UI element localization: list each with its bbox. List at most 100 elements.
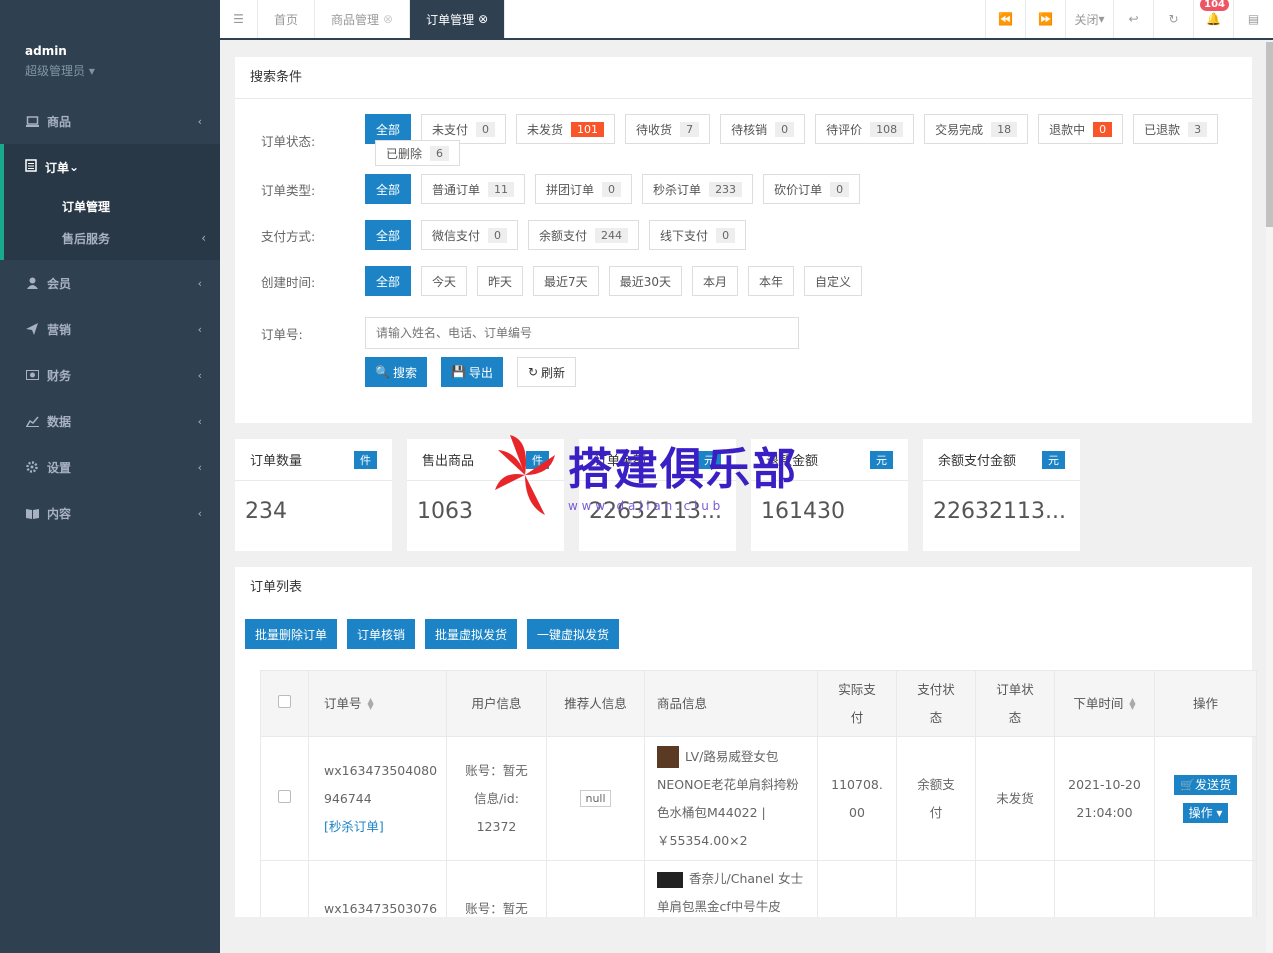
pay-option[interactable]: 全部 — [365, 220, 412, 250]
header-order-time[interactable]: 下单时间 ▲ ▼ — [1054, 670, 1155, 737]
scrollbar-thumb[interactable] — [1266, 42, 1273, 227]
product-thumbnail — [657, 746, 679, 768]
time-filter-row: 创建时间: 全部 今天 昨天 最近7天 最近30天 本月 本年 自定义 — [261, 266, 872, 296]
nav-goods[interactable]: 商品 ‹ — [0, 98, 220, 144]
bulk-action-button[interactable]: 批量删除订单 — [245, 619, 338, 649]
filter-label: 全部 — [376, 122, 401, 137]
chevron-down-icon: ⌄ — [69, 160, 80, 174]
list-icon: ▤ — [1247, 12, 1260, 26]
money-icon — [25, 368, 39, 382]
status-option[interactable]: 待评价 108 — [815, 114, 915, 144]
count-badge: 244 — [595, 227, 629, 243]
filter-label: 已退款 — [1144, 122, 1181, 137]
status-option[interactable]: 待收货 7 — [625, 114, 711, 144]
time-option[interactable]: 全部 — [365, 266, 412, 296]
filter-label: 待收货 — [636, 122, 673, 137]
type-option[interactable]: 砍价订单 0 — [763, 174, 861, 204]
close-icon[interactable]: ⊗ — [383, 12, 393, 26]
nav-after-sale[interactable]: 售后服务 ‹ — [4, 222, 220, 254]
stat-value: 234 — [245, 499, 287, 524]
user-role-dropdown[interactable]: 超级管理员 ▾ — [25, 62, 220, 79]
header-order-no[interactable]: 订单号 ▲ ▼ — [308, 670, 447, 737]
type-option[interactable]: 拼团订单 0 — [535, 174, 633, 204]
refresh-button[interactable]: ↻ 刷新 — [516, 357, 577, 387]
select-all-checkbox[interactable] — [278, 694, 291, 708]
filter-label: 微信支付 — [432, 228, 481, 243]
notification-button[interactable]: 🔔 104 — [1193, 0, 1233, 38]
product-thumbnail — [657, 871, 683, 888]
nav-marketing[interactable]: 营销 ‹ — [0, 306, 220, 352]
count-badge: 233 — [709, 181, 743, 197]
header-user: 用户信息 — [446, 670, 547, 737]
type-option[interactable]: 普通订单 11 — [421, 174, 526, 204]
time-option[interactable]: 本月 — [691, 266, 738, 296]
bulk-action-button[interactable]: 订单核销 — [347, 619, 416, 649]
count-badge: 11 — [488, 181, 515, 197]
count-badge: 3 — [1188, 121, 1208, 137]
search-actions: 🔍 搜索 💾 导出 ↻ 刷新 — [365, 357, 577, 387]
type-option[interactable]: 全部 — [365, 174, 412, 204]
time-option[interactable]: 最近7天 — [533, 266, 599, 296]
bulk-action-button[interactable]: 批量虚拟发货 — [425, 619, 518, 649]
status-option[interactable]: 退款中 0 — [1038, 114, 1124, 144]
order-search-input[interactable] — [365, 317, 799, 349]
bulk-action-button[interactable]: 一键虚拟发货 — [527, 619, 620, 649]
reply-icon: ↩ — [1128, 12, 1139, 26]
nav-settings[interactable]: 设置 ‹ — [0, 444, 220, 490]
nav-order-manage[interactable]: 订单管理 — [4, 190, 220, 222]
search-button[interactable]: 🔍 搜索 — [365, 357, 427, 387]
order-no-label: 订单号: — [261, 326, 303, 342]
status-label: 订单状态: — [261, 133, 316, 149]
time-option[interactable]: 最近30天 — [608, 266, 682, 296]
nav-order[interactable]: 订单 ⌄ 订单管理 售后服务 ‹ — [0, 144, 220, 260]
nav-finance[interactable]: 财务 ‹ — [0, 352, 220, 398]
nav-member[interactable]: 会员 ‹ — [0, 260, 220, 306]
row-select-cell — [260, 736, 309, 861]
filter-label: 全部 — [376, 228, 401, 243]
time-option[interactable]: 本年 — [747, 266, 794, 296]
order-type-tag[interactable]: [秒杀订单] — [324, 813, 446, 841]
scroll-right-button[interactable]: ⏩ — [1025, 0, 1065, 38]
nav-data[interactable]: 数据 ‹ — [0, 398, 220, 444]
settings-button[interactable]: ▤ — [1233, 0, 1273, 38]
table-row: wx163473504080 946744 [秒杀订单] 账号：暂无 信息/id: 12… — [260, 736, 1257, 861]
pay-option[interactable]: 微信支付 0 — [421, 220, 519, 250]
header-goods: 商品信息 — [644, 670, 818, 737]
tab-order[interactable]: 订单管理 ⊗ — [410, 0, 506, 38]
tab-goods[interactable]: 商品管理 ⊗ — [315, 0, 411, 38]
pay-option[interactable]: 线下支付 0 — [649, 220, 747, 250]
type-option[interactable]: 秒杀订单 233 — [642, 174, 754, 204]
bell-icon: 🔔 — [1206, 12, 1221, 26]
refresh-button[interactable]: ↻ — [1153, 0, 1193, 38]
stat-card: 余额支付金额元 22632113... — [923, 439, 1080, 551]
gear-icon — [25, 460, 39, 474]
close-dropdown[interactable]: 关闭 ▾ — [1065, 0, 1113, 38]
operate-dropdown[interactable]: 操作 ▾ — [1182, 802, 1229, 823]
menu-toggle-button[interactable]: ☰ — [220, 0, 258, 38]
status-option[interactable]: 待核销 0 — [720, 114, 806, 144]
back-button[interactable]: ↩ — [1113, 0, 1153, 38]
nav-content[interactable]: 内容 ‹ — [0, 490, 220, 536]
export-button[interactable]: 💾 导出 — [440, 357, 503, 387]
scroll-left-button[interactable]: ⏪ — [985, 0, 1025, 38]
row-checkbox[interactable] — [278, 789, 291, 803]
close-icon[interactable]: ⊗ — [478, 12, 488, 26]
status-option[interactable]: 未发货 101 — [516, 114, 616, 144]
time-option[interactable]: 自定义 — [804, 266, 863, 296]
status-option[interactable]: 已删除 6 — [375, 140, 461, 166]
time-option[interactable]: 今天 — [421, 266, 468, 296]
chevron-left-icon: ‹ — [197, 414, 202, 428]
time-option[interactable]: 昨天 — [477, 266, 524, 296]
save-icon: 💾 — [450, 365, 466, 379]
status-option[interactable]: 交易完成 18 — [924, 114, 1029, 144]
referrer-cell — [546, 860, 645, 917]
scrollbar-track[interactable] — [1266, 42, 1273, 953]
filter-label: 本年 — [758, 274, 783, 289]
username: admin — [25, 44, 67, 58]
stat-unit-badge: 件 — [526, 451, 549, 469]
ship-button[interactable]: 🛒发送货 — [1174, 774, 1237, 795]
pay-option[interactable]: 余额支付 244 — [528, 220, 640, 250]
order-time-cell — [1054, 860, 1155, 917]
status-option[interactable]: 已退款 3 — [1133, 114, 1219, 144]
tab-home[interactable]: 首页 — [258, 0, 316, 38]
